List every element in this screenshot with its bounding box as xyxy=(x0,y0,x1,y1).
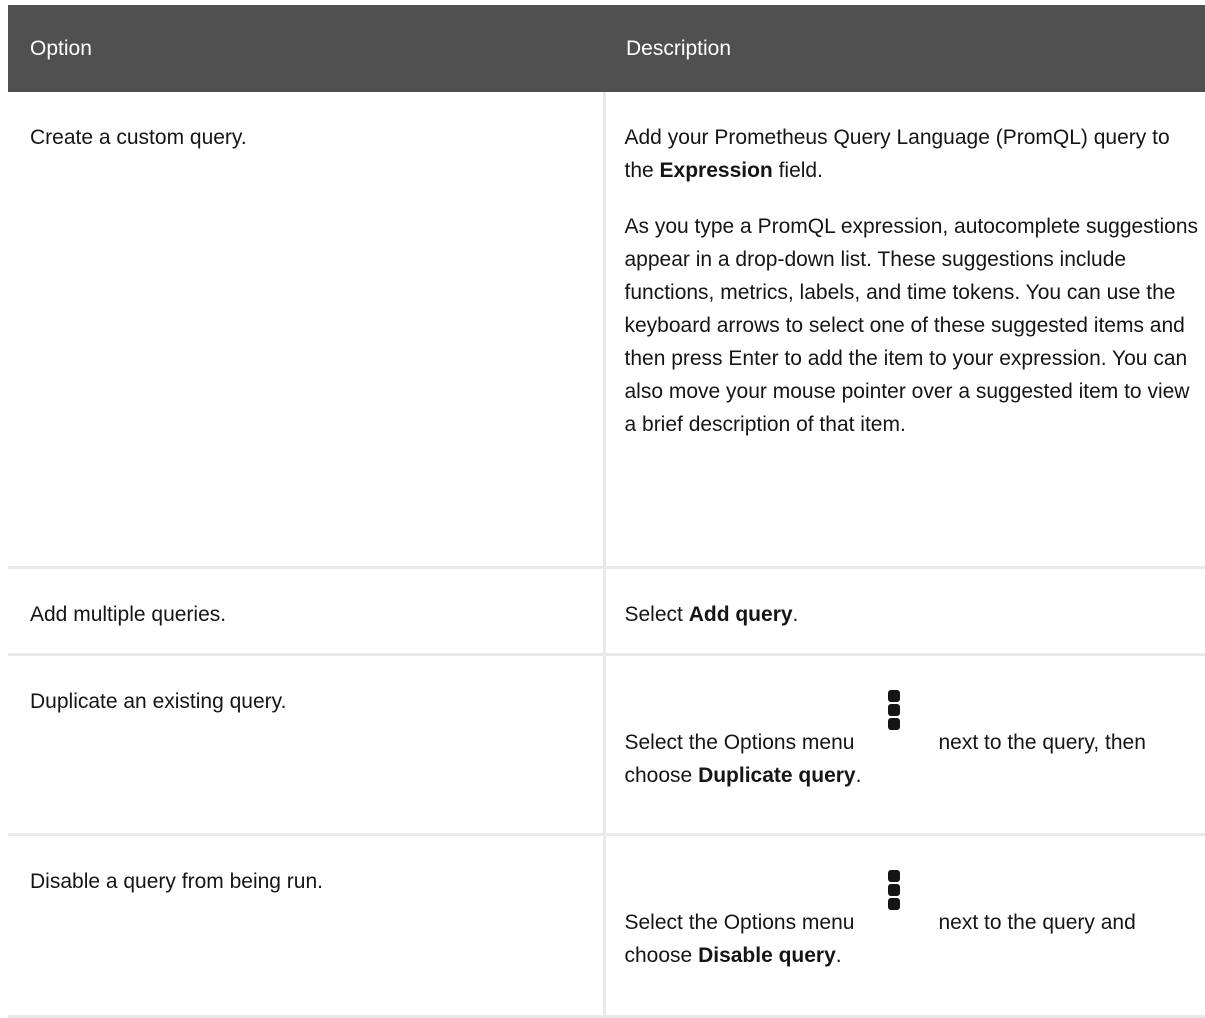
description-text: . xyxy=(835,943,842,967)
header-description: Description xyxy=(604,5,1205,92)
option-cell: Add multiple queries. xyxy=(8,567,604,656)
description-text: field. xyxy=(772,159,823,182)
add-query-label: Add query xyxy=(688,602,793,626)
header-option: Option xyxy=(8,5,604,92)
query-options-table: Option Description Create a custom query… xyxy=(8,5,1205,1018)
option-cell: Disable a query from being run. xyxy=(8,834,604,1018)
description-text: . xyxy=(855,763,862,787)
table-row: Disable a query from being run. Select t… xyxy=(8,834,1205,1018)
description-cell: Add your Prometheus Query Language (Prom… xyxy=(602,92,1205,569)
description-cell: Select Add query. xyxy=(602,567,1205,656)
table-header: Option Description xyxy=(8,5,1205,92)
description-text: Select the Options menu xyxy=(624,730,855,754)
duplicate-query-label: Duplicate query xyxy=(698,763,856,787)
expression-field-name: Expression xyxy=(659,159,773,182)
table-row: Duplicate an existing query. Select the … xyxy=(8,654,1205,836)
description-cell: Select the Options menu next to the query… xyxy=(602,654,1205,836)
description-text: Select xyxy=(624,602,689,626)
option-cell: Create a custom query. xyxy=(8,92,604,569)
description-cell: Select the Options menu next to the query… xyxy=(602,834,1205,1018)
kebab-menu-icon xyxy=(854,689,938,759)
description-text: . xyxy=(792,602,799,626)
disable-query-label: Disable query xyxy=(698,943,836,967)
option-cell: Duplicate an existing query. xyxy=(8,654,604,836)
description-paragraph: As you type a PromQL expression, autocom… xyxy=(624,215,1199,436)
description-paragraph: Add your Prometheus Query Language (Prom… xyxy=(625,121,1204,187)
kebab-menu-icon xyxy=(854,869,938,939)
table-row: Add multiple queries. Select Add query. xyxy=(8,567,1205,656)
table-row: Create a custom query. Add your Promethe… xyxy=(8,92,1205,569)
description-text: Select the Options menu xyxy=(624,910,855,934)
header-row: Option Description xyxy=(8,5,1205,92)
